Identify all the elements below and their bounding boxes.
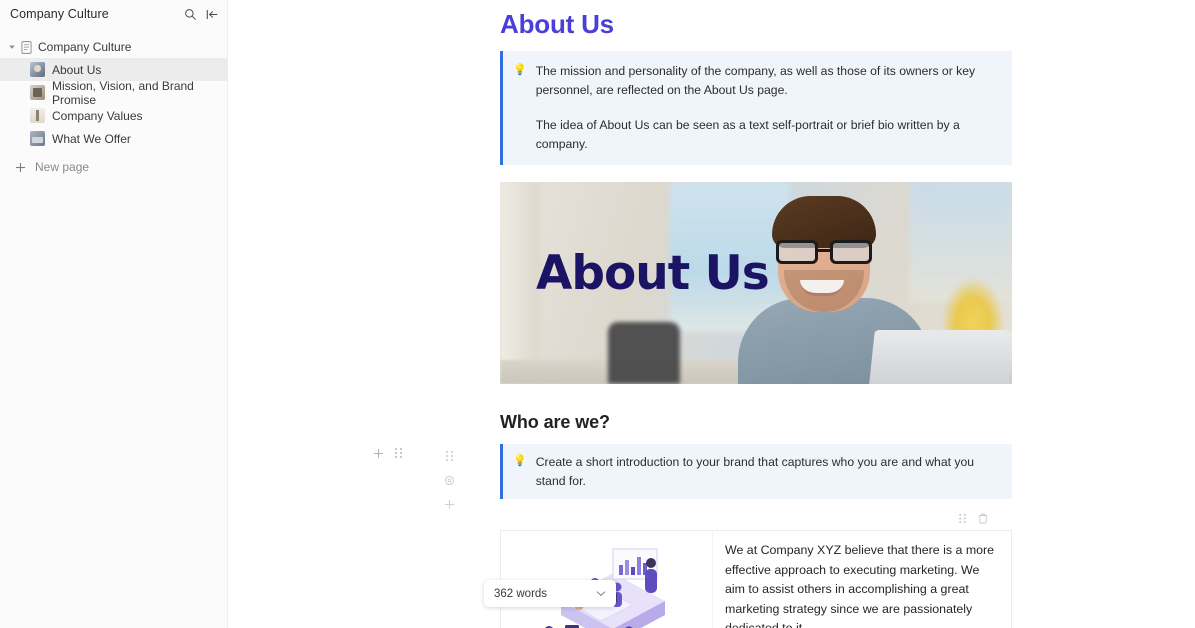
sidebar-header-actions (184, 8, 219, 21)
hero-laptop (869, 330, 1012, 384)
callout-intro: 💡 The mission and personality of the com… (500, 51, 1012, 165)
lightbulb-icon: 💡 (513, 64, 527, 76)
about-us-thumbnail-icon (30, 62, 45, 77)
add-column-icon[interactable] (444, 499, 455, 510)
sidebar-item-label: Company Values (52, 108, 143, 123)
column-gutter-controls (444, 450, 455, 510)
two-column-block: We at Company XYZ believe that there is … (500, 530, 1012, 628)
document-canvas: About Us 💡 The mission and personality o… (228, 0, 1195, 628)
chevron-down-icon[interactable] (6, 43, 18, 51)
drag-handle-icon[interactable] (445, 450, 454, 462)
drag-handle-icon[interactable] (958, 513, 967, 524)
sidebar-item-mission-vision-brand-promise[interactable]: Mission, Vision, and Brand Promise (0, 78, 227, 107)
block-toolbar (500, 510, 1012, 526)
drag-handle-icon[interactable] (394, 447, 403, 459)
body-paragraph: We at Company XYZ believe that there is … (725, 543, 995, 628)
section-heading-who-are-we: Who are we? (500, 412, 610, 432)
sidebar-item-label: About Us (52, 62, 102, 77)
page-title: About Us (500, 9, 614, 39)
callout-paragraph: The idea of About Us can be seen as a te… (535, 118, 960, 151)
document-icon (18, 40, 34, 54)
callout-who-are-we: 💡 Create a short introduction to your br… (500, 444, 1012, 499)
hero-banner-image[interactable]: About Us (500, 182, 1012, 384)
sidebar-tree: Company Culture About Us Mission, Vision… (0, 36, 227, 178)
delete-block-icon[interactable] (978, 513, 988, 524)
document-body: About Us 💡 The mission and personality o… (500, 0, 1012, 628)
callout-who-are-we-text: Create a short introduction to your bran… (535, 455, 975, 488)
sidebar-header: Company Culture (0, 0, 227, 28)
sidebar-item-company-values[interactable]: Company Values (0, 104, 227, 127)
sidebar-item-label: What We Offer (52, 131, 131, 146)
callout-intro-text: The mission and personality of the compa… (536, 62, 1000, 153)
collapse-sidebar-icon[interactable] (206, 8, 219, 21)
sidebar-item-label: Mission, Vision, and Brand Promise (52, 78, 194, 107)
offer-thumbnail-icon (30, 131, 45, 146)
chevron-down-icon[interactable] (596, 590, 606, 597)
word-count-label: 362 words (494, 587, 548, 600)
hero-overlay-text: About Us (536, 246, 770, 301)
hero-person-glasses (776, 240, 872, 264)
mission-thumbnail-icon (30, 85, 45, 100)
plus-icon (12, 162, 28, 173)
word-count-dropdown[interactable]: 362 words (484, 580, 616, 607)
new-page-button[interactable]: New page (0, 156, 227, 178)
sidebar: Company Culture Company Culture About Us… (0, 0, 228, 628)
sidebar-root-label: Company Culture (38, 40, 132, 54)
values-thumbnail-icon (30, 108, 45, 123)
callout-paragraph: The mission and personality of the compa… (535, 64, 976, 97)
search-icon[interactable] (184, 8, 197, 21)
hero-light-beam (500, 182, 540, 384)
settings-gear-icon[interactable] (444, 475, 455, 486)
lightbulb-icon: 💡 (513, 455, 527, 467)
sidebar-title: Company Culture (10, 7, 109, 21)
sidebar-item-what-we-offer[interactable]: What We Offer (0, 127, 227, 150)
app-window: Company Culture Company Culture About Us… (0, 0, 1195, 628)
add-block-icon[interactable] (373, 448, 384, 459)
hero-chair (608, 322, 680, 384)
sidebar-root-company-culture[interactable]: Company Culture (0, 36, 227, 58)
column-right-text: We at Company XYZ believe that there is … (713, 531, 1011, 628)
new-page-label: New page (35, 160, 90, 174)
block-gutter-controls (373, 447, 403, 459)
